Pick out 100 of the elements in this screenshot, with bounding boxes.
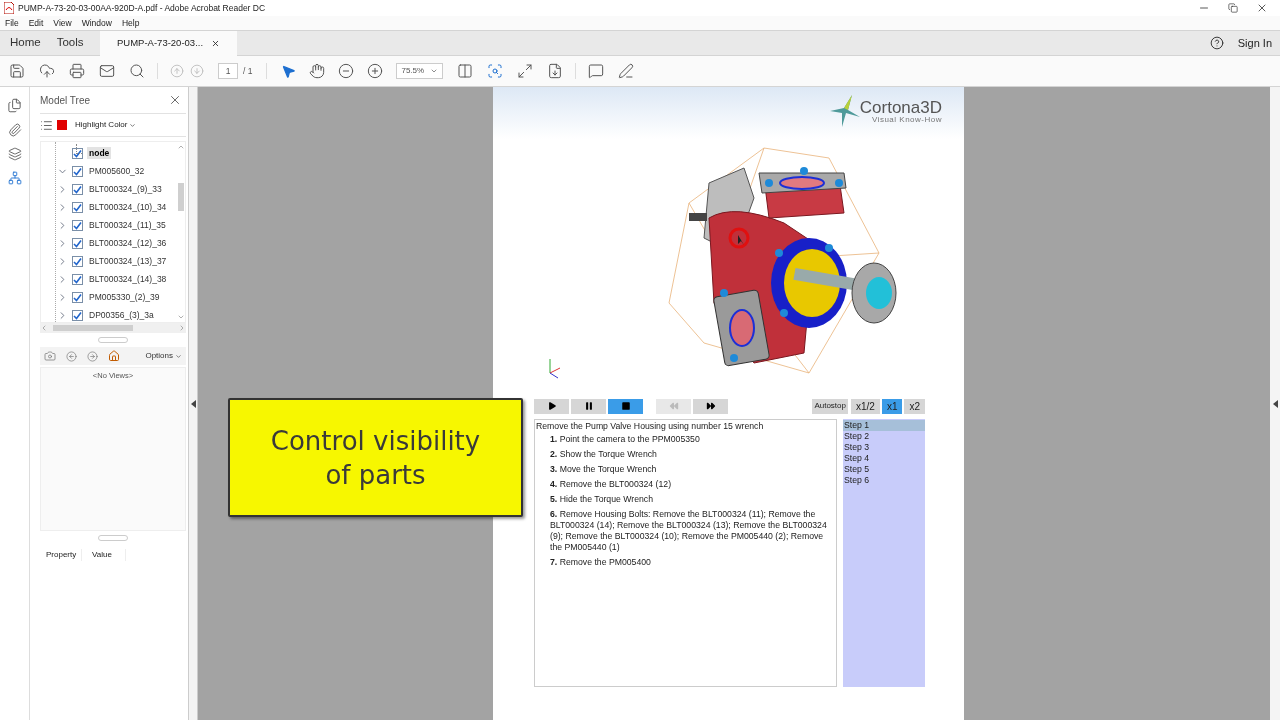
model-tree-icon[interactable] <box>7 171 22 185</box>
page-number-field[interactable]: 1 <box>218 63 238 79</box>
callout: Control visibility of parts <box>228 398 523 517</box>
step-item[interactable]: Step 1 <box>843 420 925 431</box>
column-header: Value <box>82 549 126 561</box>
mail-icon[interactable] <box>99 63 115 79</box>
pages-icon[interactable] <box>7 98 22 113</box>
previous-view-icon[interactable] <box>66 350 77 362</box>
step-item[interactable]: Step 2 <box>843 431 925 442</box>
nav-tab[interactable]: Tools <box>56 34 84 52</box>
play-button[interactable] <box>534 398 569 414</box>
pause-button[interactable] <box>571 398 606 414</box>
tree-item[interactable]: BLT000324_(11)_35 <box>87 218 168 232</box>
caret-icon[interactable] <box>129 121 137 129</box>
panel-title: Model Tree <box>40 93 91 108</box>
nav-tab[interactable]: Home <box>10 34 41 52</box>
tree-checkbox[interactable] <box>72 201 83 213</box>
help-icon[interactable] <box>1209 36 1224 50</box>
instruction-step: 4. Remove the BLT000324 (12) <box>536 479 836 490</box>
instruction-step: 6. Remove Housing Bolts: Remove the BLT000324 (11); Remove the BLT000324 (14); Remove the BLT000324 (13); Remove the BLT000324 (9); Remove the BLT000324 (10); Remove the PM005440 (2); Remove the PM005440 (1) <box>536 509 836 553</box>
home-icon[interactable] <box>108 350 120 362</box>
speed-button[interactable]: x2 <box>904 398 925 414</box>
caret-icon[interactable] <box>175 352 182 360</box>
menu-item[interactable]: Help <box>121 16 140 30</box>
tree-checkbox[interactable] <box>72 309 83 321</box>
next-view-icon[interactable] <box>87 350 98 362</box>
scroll-mode-icon[interactable] <box>547 63 564 79</box>
tree-item[interactable]: BLT000324_(13)_37 <box>87 254 169 268</box>
marquee-zoom-icon[interactable] <box>487 63 504 79</box>
star-logo-icon <box>829 95 860 127</box>
menu-item[interactable]: Edit <box>28 16 44 30</box>
document-tab[interactable]: PUMP-A-73-20-03... <box>100 31 238 56</box>
scrollbar-thumb[interactable] <box>178 183 184 211</box>
tree-checkbox[interactable] <box>72 237 83 249</box>
step-item[interactable]: Step 4 <box>843 453 925 464</box>
tree-item[interactable]: PM005600_32 <box>87 164 147 178</box>
comment-icon[interactable] <box>588 63 605 79</box>
splitter-handle[interactable] <box>98 337 128 343</box>
zoom-dropdown[interactable]: 75.5% <box>396 63 444 79</box>
layers-icon[interactable] <box>7 147 22 161</box>
tree-item[interactable]: BLT000324_(14)_38 <box>87 272 169 286</box>
full-screen-icon[interactable] <box>517 63 534 79</box>
tree-item[interactable]: BLT000324_(12)_36 <box>87 236 169 250</box>
close-icon[interactable] <box>1256 2 1268 14</box>
options-dropdown[interactable]: Options <box>145 350 182 362</box>
tree-checkbox[interactable] <box>72 255 83 267</box>
highlight-color-swatch[interactable] <box>57 120 67 130</box>
stop-icon <box>620 401 631 411</box>
hand-icon[interactable] <box>309 63 326 79</box>
zoom-out-icon[interactable] <box>338 63 355 79</box>
menu-item[interactable]: View <box>53 16 72 30</box>
tree-checkbox[interactable] <box>72 273 83 285</box>
scrollbar-thumb[interactable] <box>53 325 133 331</box>
expand-right-pane-icon[interactable] <box>1272 399 1278 408</box>
attachment-icon[interactable] <box>7 123 22 137</box>
close-panel-icon[interactable] <box>168 93 182 107</box>
column-header: Property <box>40 549 82 561</box>
logo-text: Cortona3D <box>859 98 942 116</box>
instruction-step: 7. Remove the PM005400 <box>536 557 836 568</box>
play-icon <box>546 401 557 411</box>
fast-forward-icon <box>705 401 716 411</box>
speed-button[interactable]: x1 <box>881 398 903 414</box>
search-icon[interactable] <box>129 63 145 79</box>
step-item[interactable]: Step 6 <box>843 475 925 486</box>
sign-in-button[interactable]: Sign In <box>1237 34 1272 52</box>
close-tab-icon[interactable] <box>211 39 221 48</box>
restore-icon[interactable] <box>1228 3 1238 13</box>
autostop-button[interactable]: Autostop <box>812 398 848 414</box>
speed-button[interactable]: x1/2 <box>850 398 880 414</box>
select-pointer-icon[interactable] <box>281 63 297 79</box>
caret-icon[interactable] <box>430 67 439 75</box>
menu-item[interactable]: File <box>5 16 19 30</box>
zoom-in-icon[interactable] <box>367 63 384 79</box>
instructions-intro: Remove the Pump Valve Housing using number 15 wrench <box>536 421 765 432</box>
tree-item[interactable]: BLT000324_(9)_33 <box>87 182 164 196</box>
save-icon[interactable] <box>9 63 25 79</box>
tree-checkbox[interactable] <box>72 183 83 195</box>
axis-icon <box>549 359 561 379</box>
upload-icon[interactable] <box>39 63 55 79</box>
highlight-color-dropdown[interactable]: Highlight Color <box>75 119 137 131</box>
tree-checkbox[interactable] <box>72 165 83 177</box>
stop-button[interactable] <box>608 398 643 414</box>
highlight-pen-icon[interactable] <box>618 63 635 79</box>
tree-checkbox[interactable] <box>72 219 83 231</box>
tree-item[interactable]: PM005330_(2)_39 <box>87 290 162 304</box>
tree-checkbox[interactable] <box>72 147 83 159</box>
tree-item[interactable]: node <box>87 146 112 160</box>
tree-item[interactable]: DP00356_(3)_3a <box>87 308 156 322</box>
step-item[interactable]: Step 3 <box>843 442 925 453</box>
splitter-handle[interactable] <box>98 535 128 541</box>
expand-pane-icon[interactable] <box>190 399 196 408</box>
fit-page-icon[interactable] <box>457 63 474 79</box>
next-button[interactable] <box>693 398 728 414</box>
instruction-step: 1. Point the camera to the PPM005350 <box>536 434 836 445</box>
print-icon[interactable] <box>69 63 85 79</box>
menu-item[interactable]: Window <box>81 16 112 30</box>
step-item[interactable]: Step 5 <box>843 464 925 475</box>
tree-item[interactable]: BLT000324_(10)_34 <box>87 200 169 214</box>
tree-checkbox[interactable] <box>72 291 83 303</box>
list-options-icon[interactable] <box>40 118 53 132</box>
